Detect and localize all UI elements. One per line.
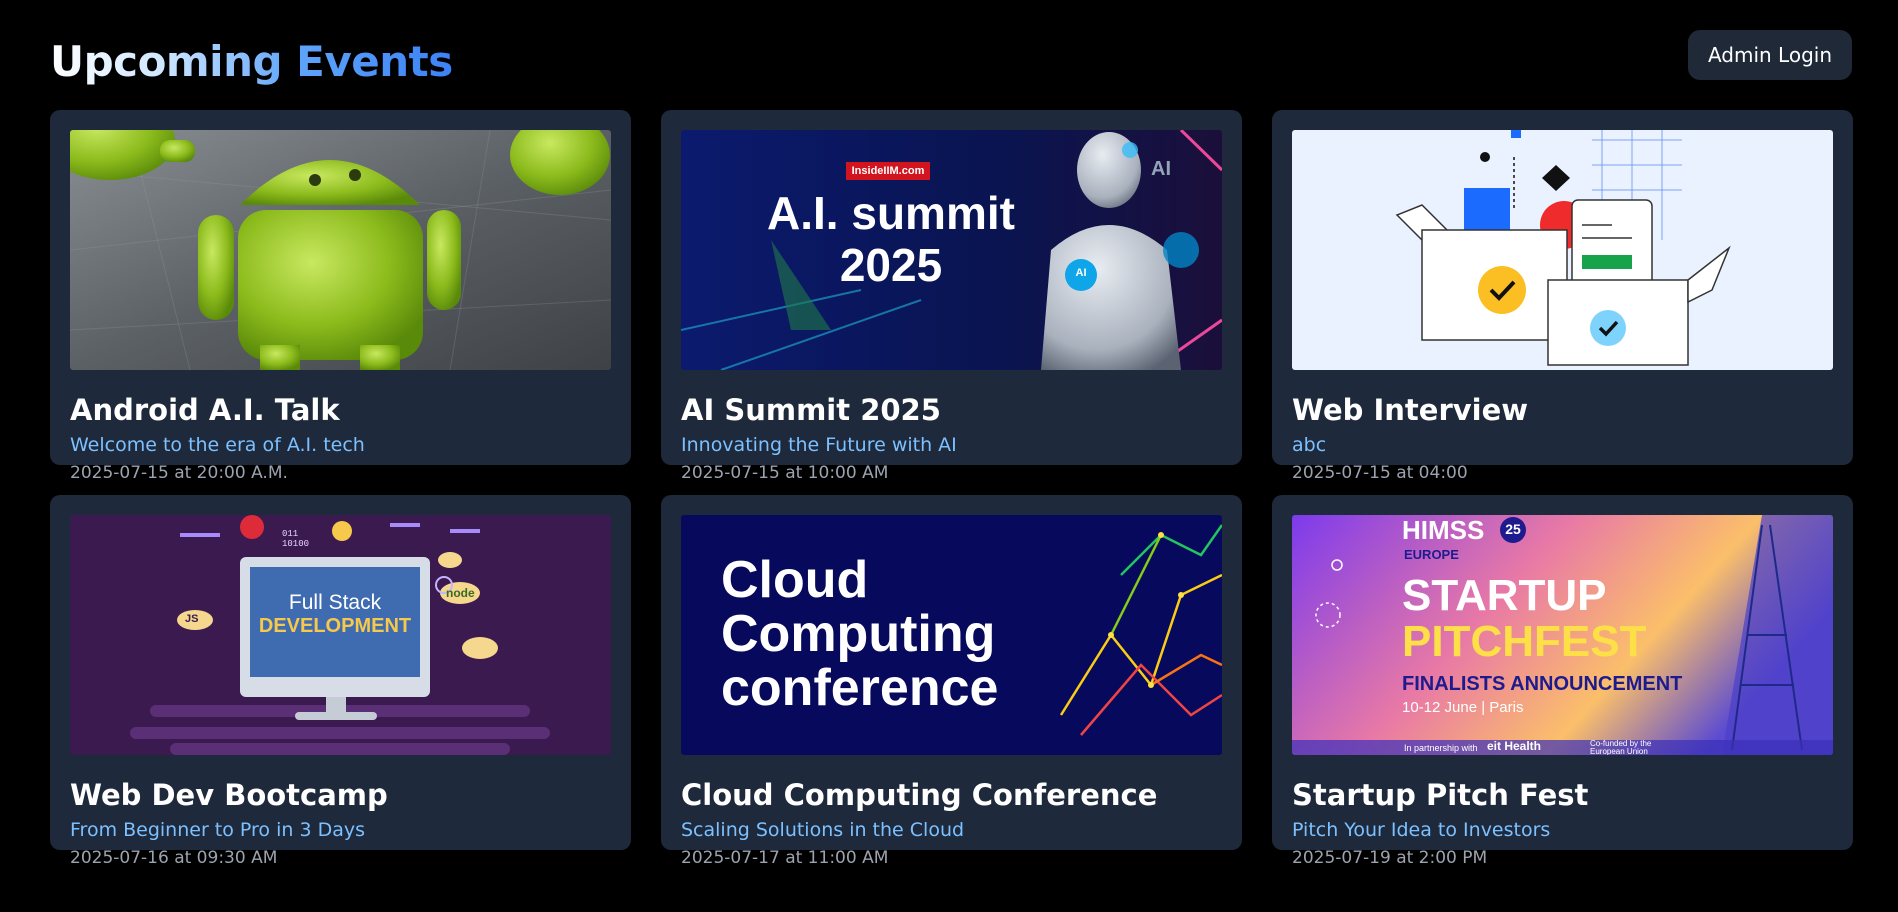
event-card[interactable]: Android A.I. Talk Welcome to the era of … — [50, 110, 631, 483]
event-card[interactable]: Web Interview abc 2025-07-15 at 04:00 — [1272, 110, 1853, 483]
banner-year: 2025 — [839, 239, 943, 291]
ai-chip-label: AI — [1075, 267, 1087, 279]
event-subtitle: Innovating the Future with AI — [681, 434, 957, 456]
event-subtitle: Pitch Your Idea to Investors — [1292, 819, 1551, 841]
event-card[interactable]: Cloud Computing conference Cloud Computi… — [661, 495, 1242, 868]
event-title: Android A.I. Talk — [70, 393, 340, 427]
ai-corner-label: AI — [1151, 158, 1171, 180]
pitchfest-banner-image: HIMSS 25 EUROPE STARTUP PITCHFEST FINALI… — [1292, 515, 1833, 755]
event-card[interactable]: Full Stack DEVELOPMENT JS node 011 10100… — [50, 495, 631, 868]
year-badge: 25 — [1505, 521, 1521, 537]
banner-line-4: 10-12 June | Paris — [1402, 699, 1524, 716]
event-date: 2025-07-15 at 10:00 AM — [681, 463, 889, 483]
banner-line-1: Cloud — [721, 551, 869, 609]
event-subtitle: From Beginner to Pro in 3 Days — [70, 819, 366, 841]
banner-headline: Full Stack — [288, 591, 382, 614]
event-title: Web Dev Bootcamp — [70, 778, 388, 812]
brand-label: HIMSS — [1402, 515, 1485, 545]
region-label: EUROPE — [1404, 547, 1459, 562]
header: Upcoming Events Admin Login — [50, 28, 1852, 88]
ai-robot-banner-image: InsideIIM.com A.I. summit 2025 AI AI — [681, 130, 1222, 370]
page-title: Upcoming Events — [50, 32, 453, 92]
event-card[interactable]: InsideIIM.com A.I. summit 2025 AI AI AI … — [661, 110, 1242, 483]
event-date: 2025-07-15 at 04:00 — [1292, 463, 1468, 483]
banner-line-2: PITCHFEST — [1402, 617, 1647, 666]
banner-headline: A.I. summit — [767, 187, 1015, 239]
event-title: Cloud Computing Conference — [681, 778, 1158, 812]
js-label: JS — [185, 613, 199, 625]
event-date: 2025-07-17 at 11:00 AM — [681, 848, 889, 868]
event-title: AI Summit 2025 — [681, 393, 941, 427]
events-grid: Android A.I. Talk Welcome to the era of … — [50, 110, 1853, 868]
event-subtitle: abc — [1292, 434, 1327, 456]
eit-logo: eit Health — [1487, 739, 1542, 753]
admin-login-button[interactable]: Admin Login — [1687, 30, 1852, 80]
event-title: Web Interview — [1292, 393, 1529, 427]
full-stack-monitor-image: Full Stack DEVELOPMENT JS node 011 10100 — [70, 515, 611, 755]
cloud-network-banner-image: Cloud Computing conference — [681, 515, 1222, 755]
banner-badge: InsideIIM.com — [851, 165, 925, 177]
eu-label: Co-funded by the European Union — [1590, 739, 1652, 756]
android-robot-image — [70, 130, 611, 370]
banner-line-3: conference — [721, 659, 999, 717]
event-date: 2025-07-16 at 09:30 AM — [70, 848, 278, 868]
event-subtitle: Welcome to the era of A.I. tech — [70, 434, 365, 456]
binary-label: 011 10100 — [282, 529, 310, 549]
event-date: 2025-07-19 at 2:00 PM — [1292, 848, 1488, 868]
banner-line-3: FINALISTS ANNOUNCEMENT — [1402, 673, 1683, 695]
banner-subheadline: DEVELOPMENT — [258, 615, 412, 637]
event-subtitle: Scaling Solutions in the Cloud — [681, 819, 965, 841]
banner-line-2: Computing — [721, 605, 996, 663]
partner-label: In partnership with — [1404, 743, 1478, 753]
event-title: Startup Pitch Fest — [1292, 778, 1589, 812]
node-label: node — [446, 586, 475, 600]
event-card[interactable]: HIMSS 25 EUROPE STARTUP PITCHFEST FINALI… — [1272, 495, 1853, 868]
event-date: 2025-07-15 at 20:00 A.M. — [70, 463, 288, 483]
banner-line-1: STARTUP — [1402, 571, 1607, 620]
boxes-illustration-image — [1292, 130, 1833, 370]
